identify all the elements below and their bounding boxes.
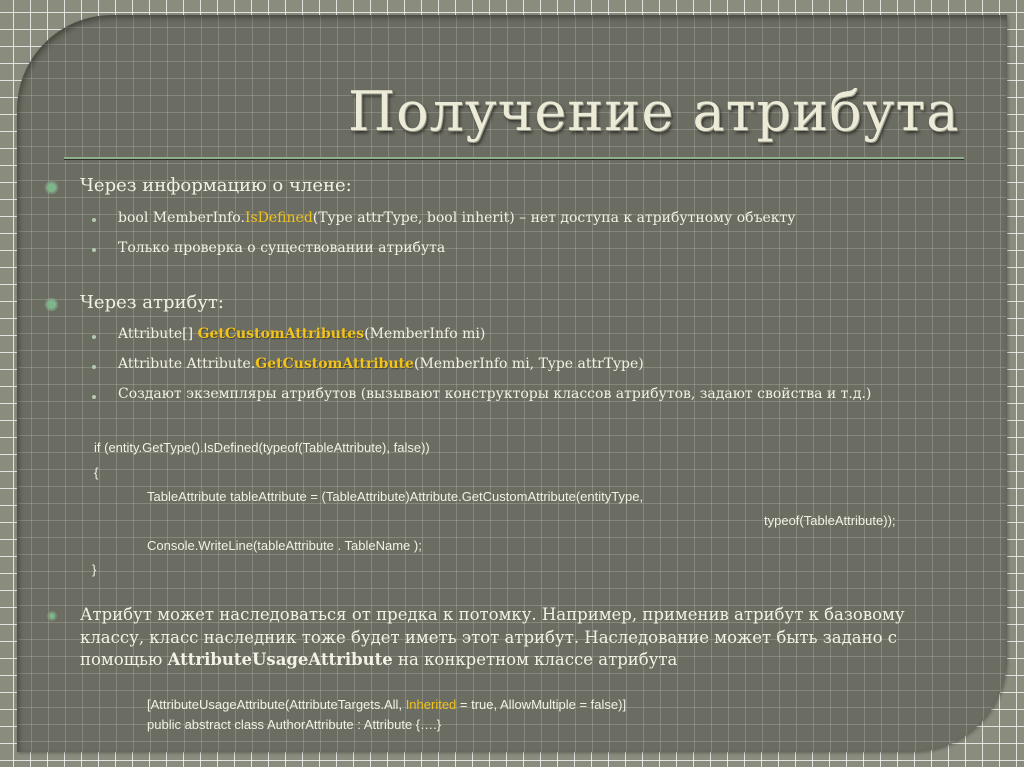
item-text: (MemberInfo mi, Type attrType) bbox=[414, 356, 644, 372]
item-text: Attribute[] bbox=[118, 326, 198, 342]
code-line: { bbox=[94, 465, 99, 480]
highlighted-method: GetCustomAttribute bbox=[255, 356, 415, 372]
item-text: (Type attrType, bool inherit) – нет дост… bbox=[312, 210, 796, 226]
code-line: } bbox=[92, 562, 97, 577]
sub-bullet-icon bbox=[92, 248, 96, 252]
highlighted-method: IsDefined bbox=[244, 210, 313, 226]
paragraph-line: классу, класс наследник тоже будет иметь… bbox=[80, 627, 897, 647]
bullet-icon bbox=[49, 613, 55, 619]
list-item: Только проверка о существовании атрибута bbox=[118, 240, 446, 256]
section-heading: Через атрибут: bbox=[80, 292, 224, 313]
highlighted-property: Inherited bbox=[405, 697, 457, 712]
list-item: Attribute[] GetCustomAttributes(MemberIn… bbox=[118, 326, 485, 342]
list-item: bool MemberInfo.IsDefined(Type attrType,… bbox=[118, 210, 796, 226]
code-text: [AttributeUsageAttribute(AttributeTarget… bbox=[147, 697, 406, 712]
sub-bullet-icon bbox=[92, 395, 96, 399]
item-text: (MemberInfo mi) bbox=[364, 326, 486, 342]
slide-content: Через информацию о члене: bool MemberInf… bbox=[0, 0, 1024, 767]
code-line: public abstract class AuthorAttribute : … bbox=[147, 717, 442, 732]
sub-bullet-icon bbox=[92, 335, 96, 339]
item-text: Attribute Attribute. bbox=[118, 356, 256, 372]
paragraph-text: помощью bbox=[80, 650, 168, 669]
paragraph-text: на конкретном классе атрибута bbox=[392, 650, 678, 669]
code-line: [AttributeUsageAttribute(AttributeTarget… bbox=[147, 697, 626, 712]
sub-bullet-icon bbox=[92, 365, 96, 369]
inheritance-paragraph: Атрибут может наследоваться от предка к … bbox=[80, 604, 960, 672]
section-heading: Через информацию о члене: bbox=[80, 175, 352, 196]
bullet-icon bbox=[47, 183, 56, 192]
bullet-icon bbox=[47, 300, 56, 309]
paragraph-line: помощью AttributeUsageAttribute на конкр… bbox=[80, 649, 960, 672]
highlighted-method: GetCustomAttributes bbox=[197, 326, 365, 342]
code-line: typeof(TableAttribute)); bbox=[764, 513, 896, 528]
code-line: TableAttribute tableAttribute = (TableAt… bbox=[147, 489, 644, 504]
code-text: = true, AllowMultiple = false)] bbox=[456, 697, 627, 712]
code-line: if (entity.GetType().IsDefined(typeof(Ta… bbox=[94, 440, 430, 455]
list-item: Attribute Attribute.GetCustomAttribute(M… bbox=[118, 356, 644, 372]
paragraph-line: Атрибут может наследоваться от предка к … bbox=[80, 605, 905, 624]
class-name: AttributeUsageAttribute bbox=[167, 650, 393, 669]
item-text: bool MemberInfo. bbox=[118, 210, 245, 226]
code-line: Console.WriteLine(tableAttribute . Table… bbox=[147, 538, 422, 553]
list-item: Создают экземпляры атрибутов (вызывают к… bbox=[118, 386, 872, 402]
sub-bullet-icon bbox=[92, 218, 96, 222]
